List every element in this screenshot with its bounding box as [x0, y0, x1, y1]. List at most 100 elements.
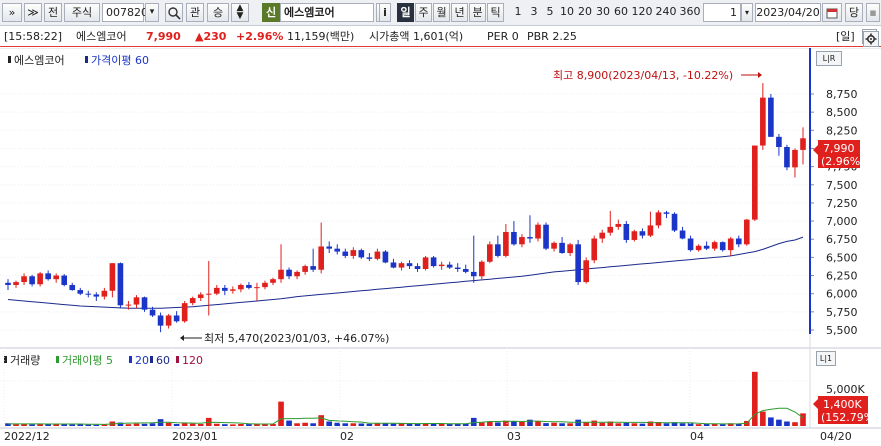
- interval-button-1[interactable]: 1: [510, 3, 526, 22]
- dang-button[interactable]: 당: [845, 3, 863, 22]
- candle-body: [478, 261, 485, 277]
- volume-bar: [583, 422, 589, 426]
- candle-body: [238, 284, 244, 290]
- candle-body: [655, 212, 662, 226]
- interval-button-60[interactable]: 60: [612, 3, 630, 22]
- candle-body: [446, 264, 453, 268]
- candle-body: [559, 242, 565, 254]
- calendar-icon[interactable]: [822, 3, 842, 22]
- quote-market-cap: 시가총액 1,601(억): [369, 30, 464, 43]
- search-icon[interactable]: [165, 3, 183, 22]
- volume-bar: [535, 421, 541, 426]
- quote-per: PER 0: [487, 30, 519, 43]
- volume-bar: [189, 423, 196, 426]
- period-button-0[interactable]: 일: [397, 3, 414, 22]
- interval-button-5[interactable]: 5: [542, 3, 558, 22]
- stock-name-field[interactable]: 에스엠코어: [280, 3, 374, 22]
- candle-body: [695, 245, 702, 251]
- interval-button-20[interactable]: 20: [576, 3, 594, 22]
- x-axis-label: 2023/01: [172, 430, 218, 443]
- interval-button-360[interactable]: 360: [678, 3, 702, 22]
- settings-gear-icon[interactable]: [863, 31, 879, 47]
- legend-vol-20-label: 20: [135, 354, 149, 367]
- candle-body: [149, 309, 156, 316]
- price-tag-value: 7,990: [823, 142, 855, 155]
- volume-bar: [238, 424, 244, 426]
- volume-bar: [77, 424, 84, 426]
- volume-bar: [752, 371, 758, 426]
- volume-bar: [366, 423, 373, 426]
- info-button[interactable]: i: [379, 3, 391, 22]
- extra-button[interactable]: ▪: [866, 3, 880, 22]
- legend-vol-ma5-label: 거래이평 5: [62, 354, 113, 367]
- candle-body: [671, 213, 678, 231]
- period-button-4[interactable]: 분: [469, 3, 486, 22]
- interval-button-120[interactable]: 120: [630, 3, 654, 22]
- candle-body: [334, 248, 341, 252]
- count-dropdown-icon[interactable]: ▾: [741, 3, 753, 22]
- price-tick-label: 8,250: [826, 124, 858, 137]
- candle-body: [109, 263, 116, 291]
- chart-area[interactable]: 8,7508,5008,2508,0007,7507,5007,2507,000…: [0, 31, 881, 446]
- period-button-2[interactable]: 월: [433, 3, 450, 22]
- jeon-button[interactable]: 전: [44, 3, 62, 22]
- x-axis-label: 2022/12: [4, 430, 50, 443]
- candle-body: [438, 264, 445, 267]
- code-dropdown-icon[interactable]: ▾: [145, 3, 159, 22]
- price-tick-label: 6,750: [826, 233, 858, 246]
- volume-bar: [302, 422, 308, 426]
- price-tick-label: 8,750: [826, 88, 858, 101]
- volume-bar: [430, 423, 437, 426]
- interval-button-240[interactable]: 240: [654, 3, 678, 22]
- candle-body: [591, 238, 598, 261]
- candle-body: [173, 315, 180, 322]
- candle-body: [262, 282, 268, 288]
- period-button-5[interactable]: 틱: [487, 3, 504, 22]
- candle-body: [422, 257, 429, 270]
- legend-volume-label: 거래량: [10, 354, 40, 367]
- updown-arrows-icon[interactable]: ▲ ▼: [231, 3, 249, 22]
- volume-bar: [358, 423, 365, 426]
- stock-code-input[interactable]: 007820: [102, 3, 148, 22]
- candle-body: [535, 224, 541, 239]
- sin-badge[interactable]: 신: [262, 3, 280, 22]
- candle-body: [735, 238, 742, 245]
- gwan-button[interactable]: 관: [186, 3, 204, 22]
- volume-bar: [13, 424, 19, 426]
- price-tick-label: 6,000: [826, 288, 858, 301]
- volume-bar: [414, 423, 421, 426]
- candle-body: [752, 145, 758, 220]
- candle-body: [615, 223, 622, 227]
- candle-body: [430, 257, 437, 267]
- candle-body: [784, 147, 790, 168]
- period-button-3[interactable]: 년: [451, 3, 468, 22]
- candlestick-chart[interactable]: 8,7508,5008,2508,0007,7507,5007,2507,000…: [0, 47, 881, 446]
- volume-bar: [230, 424, 236, 426]
- candle-body: [583, 260, 589, 283]
- interval-button-30[interactable]: 30: [594, 3, 612, 22]
- interval-button-3[interactable]: 3: [526, 3, 542, 22]
- nav-more-button[interactable]: ≫: [24, 3, 42, 22]
- volume-bar: [446, 424, 453, 426]
- interval-button-10[interactable]: 10: [558, 3, 576, 22]
- period-button-1[interactable]: 주: [415, 3, 432, 22]
- candle-body: [318, 246, 324, 270]
- date-input[interactable]: 2023/04/20: [755, 3, 821, 22]
- trend-button[interactable]: 승: [207, 3, 229, 22]
- legend-stock-label: 에스엠코어: [14, 54, 65, 67]
- lr-scale-button[interactable]: L|R: [816, 51, 842, 66]
- candle-body: [61, 275, 68, 285]
- market-select[interactable]: 주식: [64, 3, 100, 22]
- candle-body: [302, 266, 308, 272]
- volume-bar: [310, 423, 316, 426]
- l1-scale-button[interactable]: L|1: [816, 351, 836, 366]
- volume-bar: [181, 423, 188, 426]
- count-input[interactable]: 1: [703, 3, 741, 22]
- nav-prev-button[interactable]: »: [2, 3, 22, 22]
- volume-bar: [768, 417, 774, 426]
- period-tag: [일]: [836, 30, 855, 43]
- low-annotation: 최저 5,470(2023/01/03, +46.07%): [204, 332, 389, 345]
- quote-pbr: PBR 2.25: [527, 30, 577, 43]
- price-tick-label: 5,500: [826, 324, 858, 337]
- candle-body: [719, 242, 726, 251]
